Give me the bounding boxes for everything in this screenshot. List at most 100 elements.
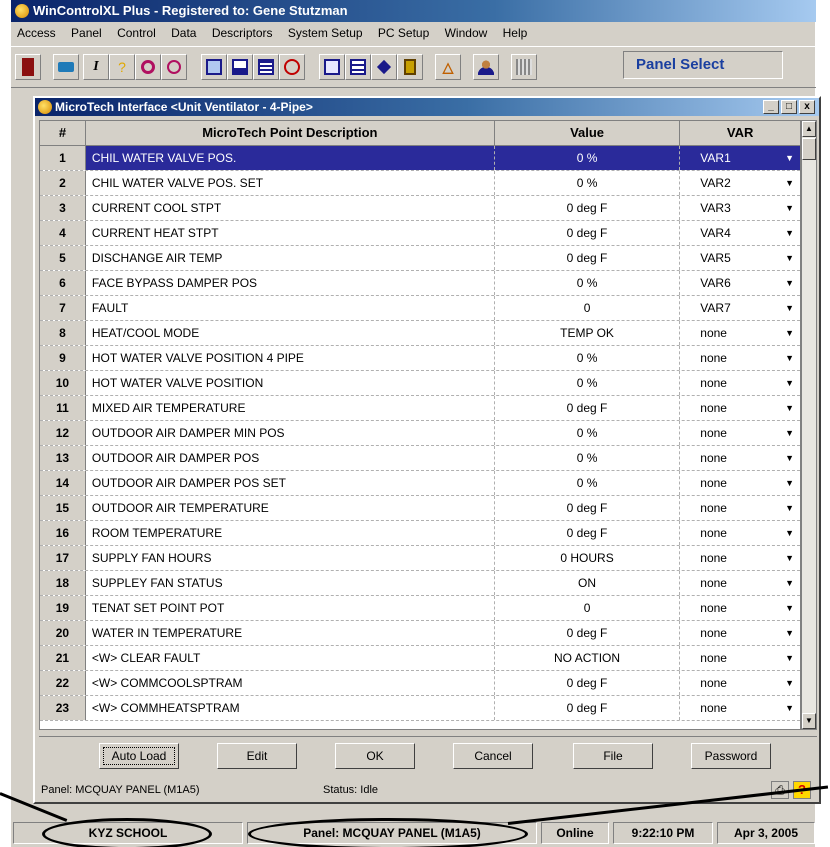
point-value[interactable]: 0 deg F bbox=[495, 496, 681, 520]
dropdown-arrow-icon[interactable]: ▼ bbox=[785, 671, 794, 695]
edit-icon[interactable] bbox=[371, 54, 397, 80]
point-description[interactable]: HOT WATER VALVE POSITION bbox=[86, 371, 495, 395]
row-number[interactable]: 22 bbox=[40, 671, 86, 695]
dropdown-arrow-icon[interactable]: ▼ bbox=[785, 521, 794, 545]
table-row[interactable]: 16 ROOM TEMPERATURE 0 deg F none ▼ bbox=[40, 521, 800, 546]
menu-help[interactable]: Help bbox=[497, 22, 534, 44]
warning-icon[interactable]: △ bbox=[435, 54, 461, 80]
point-value[interactable]: 0 deg F bbox=[495, 671, 681, 695]
dropdown-arrow-icon[interactable]: ▼ bbox=[785, 346, 794, 370]
row-number[interactable]: 5 bbox=[40, 246, 86, 270]
var-select[interactable]: VAR2 ▼ bbox=[680, 171, 800, 195]
point-description[interactable]: FAULT bbox=[86, 296, 495, 320]
table-row[interactable]: 17 SUPPLY FAN HOURS 0 HOURS none ▼ bbox=[40, 546, 800, 571]
point-description[interactable]: OUTDOOR AIR DAMPER MIN POS bbox=[86, 421, 495, 445]
table-row[interactable]: 22 <W> COMMCOOLSPTRAM 0 deg F none ▼ bbox=[40, 671, 800, 696]
menu-data[interactable]: Data bbox=[165, 22, 202, 44]
dropdown-arrow-icon[interactable]: ▼ bbox=[785, 296, 794, 320]
row-number[interactable]: 15 bbox=[40, 496, 86, 520]
table-row[interactable]: 19 TENAT SET POINT POT 0 none ▼ bbox=[40, 596, 800, 621]
open-icon[interactable] bbox=[53, 54, 79, 80]
dropdown-arrow-icon[interactable]: ▼ bbox=[785, 496, 794, 520]
users-icon[interactable] bbox=[473, 54, 499, 80]
table-row[interactable]: 21 <W> CLEAR FAULT NO ACTION none ▼ bbox=[40, 646, 800, 671]
point-value[interactable]: 0 deg F bbox=[495, 396, 681, 420]
header-value[interactable]: Value bbox=[494, 121, 681, 146]
row-number[interactable]: 1 bbox=[40, 146, 86, 170]
dropdown-arrow-icon[interactable]: ▼ bbox=[785, 621, 794, 645]
table-row[interactable]: 9 HOT WATER VALVE POSITION 4 PIPE 0 % none ▼ bbox=[40, 346, 800, 371]
point-value[interactable]: 0 deg F bbox=[495, 246, 681, 270]
var-select[interactable]: none ▼ bbox=[680, 421, 800, 445]
var-select[interactable]: VAR1 ▼ bbox=[680, 146, 800, 170]
var-select[interactable]: none ▼ bbox=[680, 546, 800, 570]
cancel-button[interactable]: Cancel bbox=[453, 743, 533, 769]
point-description[interactable]: TENAT SET POINT POT bbox=[86, 596, 495, 620]
vertical-scrollbar[interactable]: ▲ ▼ bbox=[801, 120, 817, 730]
point-value[interactable]: 0 HOURS bbox=[495, 546, 681, 570]
point-description[interactable]: OUTDOOR AIR DAMPER POS SET bbox=[86, 471, 495, 495]
view-icon[interactable] bbox=[201, 54, 227, 80]
point-description[interactable]: SUPPLY FAN HOURS bbox=[86, 546, 495, 570]
print-icon[interactable] bbox=[319, 54, 345, 80]
auto-load-button[interactable]: Auto Load bbox=[99, 743, 179, 769]
point-value[interactable]: 0 bbox=[495, 596, 681, 620]
point-value[interactable]: 0 deg F bbox=[495, 196, 681, 220]
var-select[interactable]: VAR7 ▼ bbox=[680, 296, 800, 320]
table-row[interactable]: 20 WATER IN TEMPERATURE 0 deg F none ▼ bbox=[40, 621, 800, 646]
dropdown-arrow-icon[interactable]: ▼ bbox=[785, 646, 794, 670]
var-select[interactable]: none ▼ bbox=[680, 446, 800, 470]
panel-select[interactable]: Panel Select bbox=[623, 51, 783, 79]
panel-icon[interactable] bbox=[397, 54, 423, 80]
row-number[interactable]: 20 bbox=[40, 621, 86, 645]
table-row[interactable]: 14 OUTDOOR AIR DAMPER POS SET 0 % none ▼ bbox=[40, 471, 800, 496]
header-description[interactable]: MicroTech Point Description bbox=[85, 121, 495, 146]
row-number[interactable]: 9 bbox=[40, 346, 86, 370]
row-number[interactable]: 23 bbox=[40, 696, 86, 720]
point-description[interactable]: CURRENT HEAT STPT bbox=[86, 221, 495, 245]
var-select[interactable]: VAR4 ▼ bbox=[680, 221, 800, 245]
dropdown-arrow-icon[interactable]: ▼ bbox=[785, 696, 794, 720]
var-select[interactable]: none ▼ bbox=[680, 646, 800, 670]
ok-button[interactable]: OK bbox=[335, 743, 415, 769]
var-select[interactable]: VAR3 ▼ bbox=[680, 196, 800, 220]
point-value[interactable]: 0 bbox=[495, 296, 681, 320]
title-bar[interactable]: WinControlXL Plus - Registered to: Gene … bbox=[11, 0, 816, 22]
edit-button[interactable]: Edit bbox=[217, 743, 297, 769]
row-number[interactable]: 8 bbox=[40, 321, 86, 345]
table-row[interactable]: 10 HOT WATER VALVE POSITION 0 % none ▼ bbox=[40, 371, 800, 396]
table-row[interactable]: 4 CURRENT HEAT STPT 0 deg F VAR4 ▼ bbox=[40, 221, 800, 246]
var-select[interactable]: none ▼ bbox=[680, 396, 800, 420]
point-value[interactable]: 0 deg F bbox=[495, 621, 681, 645]
table-row[interactable]: 3 CURRENT COOL STPT 0 deg F VAR3 ▼ bbox=[40, 196, 800, 221]
scroll-up-icon[interactable]: ▲ bbox=[802, 121, 816, 137]
table-row[interactable]: 13 OUTDOOR AIR DAMPER POS 0 % none ▼ bbox=[40, 446, 800, 471]
alarm-icon[interactable] bbox=[279, 54, 305, 80]
table-row[interactable]: 6 FACE BYPASS DAMPER POS 0 % VAR6 ▼ bbox=[40, 271, 800, 296]
header-var[interactable]: VAR bbox=[680, 121, 800, 146]
exit-icon[interactable] bbox=[15, 54, 41, 80]
menu-descriptors[interactable]: Descriptors bbox=[206, 22, 279, 44]
dropdown-arrow-icon[interactable]: ▼ bbox=[785, 371, 794, 395]
refresh-icon[interactable] bbox=[135, 54, 161, 80]
point-value[interactable]: 0 % bbox=[495, 421, 681, 445]
point-value[interactable]: 0 % bbox=[495, 171, 681, 195]
table-row[interactable]: 2 CHIL WATER VALVE POS. SET 0 % VAR2 ▼ bbox=[40, 171, 800, 196]
point-value[interactable]: 0 % bbox=[495, 371, 681, 395]
maximize-icon[interactable]: □ bbox=[781, 100, 797, 114]
var-select[interactable]: none ▼ bbox=[680, 571, 800, 595]
row-number[interactable]: 21 bbox=[40, 646, 86, 670]
menu-access[interactable]: Access bbox=[11, 22, 62, 44]
minimize-icon[interactable]: _ bbox=[763, 100, 779, 114]
dropdown-arrow-icon[interactable]: ▼ bbox=[785, 246, 794, 270]
var-select[interactable]: none ▼ bbox=[680, 671, 800, 695]
printer-icon[interactable]: ⎙ bbox=[771, 781, 789, 799]
table-row[interactable]: 12 OUTDOOR AIR DAMPER MIN POS 0 % none ▼ bbox=[40, 421, 800, 446]
dropdown-arrow-icon[interactable]: ▼ bbox=[785, 146, 794, 170]
child-title-bar[interactable]: MicroTech Interface <Unit Ventilator - 4… bbox=[35, 98, 819, 116]
dropdown-arrow-icon[interactable]: ▼ bbox=[785, 471, 794, 495]
row-number[interactable]: 18 bbox=[40, 571, 86, 595]
row-number[interactable]: 14 bbox=[40, 471, 86, 495]
italic-icon[interactable]: I bbox=[83, 54, 109, 80]
var-select[interactable]: VAR5 ▼ bbox=[680, 246, 800, 270]
